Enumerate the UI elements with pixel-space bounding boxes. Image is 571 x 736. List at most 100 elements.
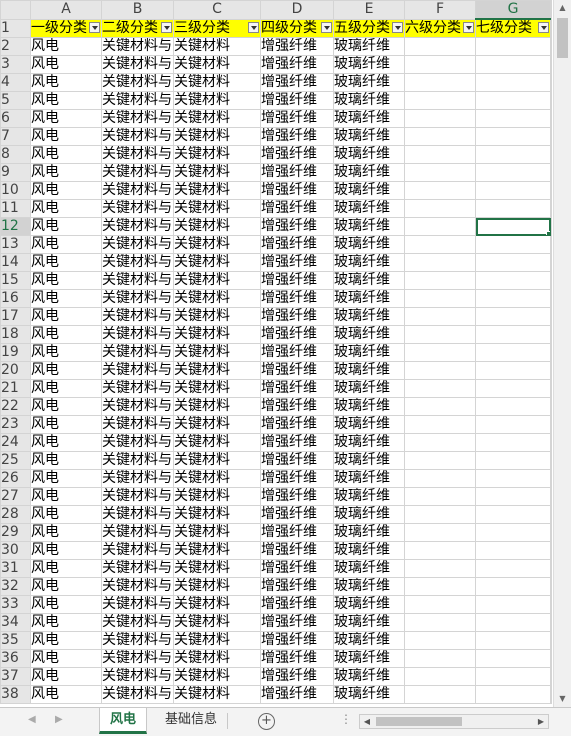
cell[interactable] <box>550 289 552 308</box>
cell[interactable]: 关键材料 <box>173 631 261 650</box>
cell[interactable]: 风电 <box>30 433 102 452</box>
cell[interactable] <box>550 667 552 686</box>
cell[interactable] <box>475 505 551 524</box>
cell[interactable]: 风电 <box>30 541 102 560</box>
header-cell[interactable]: 一级分类 <box>30 18 102 38</box>
cell[interactable]: 增强纤维 <box>260 361 334 380</box>
column-header-d[interactable]: D <box>260 0 334 20</box>
filter-dropdown-icon[interactable] <box>392 21 403 33</box>
cell[interactable]: 关键材料与 <box>101 379 174 398</box>
row-number[interactable]: 10 <box>0 181 31 200</box>
cell[interactable]: 关键材料与 <box>101 361 174 380</box>
cell[interactable] <box>550 379 552 398</box>
row-number[interactable]: 24 <box>0 433 31 452</box>
cell[interactable] <box>475 163 551 182</box>
row-number[interactable]: 35 <box>0 631 31 650</box>
filter-dropdown-icon[interactable] <box>89 21 100 33</box>
cell[interactable]: 关键材料 <box>173 649 261 668</box>
cell[interactable]: 关键材料 <box>173 325 261 344</box>
cell[interactable] <box>550 541 552 560</box>
row-number[interactable]: 34 <box>0 613 31 632</box>
next-sheet-icon[interactable]: ▶ <box>55 714 63 725</box>
column-header-f[interactable]: F <box>404 0 476 20</box>
cell[interactable] <box>475 289 551 308</box>
cell[interactable] <box>404 91 476 110</box>
scroll-up-icon[interactable]: ▲ <box>554 0 571 16</box>
row-number[interactable]: 16 <box>0 289 31 308</box>
cell[interactable] <box>404 325 476 344</box>
row-number[interactable]: 19 <box>0 343 31 362</box>
cell[interactable] <box>550 361 552 380</box>
cell[interactable] <box>404 577 476 596</box>
prev-sheet-icon[interactable]: ◀ <box>28 714 36 725</box>
cell[interactable]: 增强纤维 <box>260 109 334 128</box>
cell[interactable] <box>550 613 552 632</box>
cell[interactable]: 玻璃纤维 <box>333 361 405 380</box>
cell[interactable] <box>404 145 476 164</box>
cell[interactable]: 增强纤维 <box>260 217 334 236</box>
row-number[interactable]: 11 <box>0 199 31 218</box>
cell[interactable]: 玻璃纤维 <box>333 127 405 146</box>
cell[interactable] <box>404 127 476 146</box>
cell[interactable] <box>475 361 551 380</box>
cell[interactable]: 玻璃纤维 <box>333 685 405 704</box>
cell[interactable]: 玻璃纤维 <box>333 145 405 164</box>
cell[interactable]: 关键材料与 <box>101 181 174 200</box>
cell[interactable] <box>475 469 551 488</box>
cell[interactable]: 关键材料 <box>173 397 261 416</box>
cell[interactable]: 风电 <box>30 73 102 92</box>
cell[interactable]: 风电 <box>30 649 102 668</box>
cell[interactable] <box>475 451 551 470</box>
cell[interactable]: 增强纤维 <box>260 37 334 56</box>
cell[interactable]: 增强纤维 <box>260 451 334 470</box>
cell[interactable] <box>550 649 552 668</box>
cell[interactable]: 玻璃纤维 <box>333 55 405 74</box>
cell[interactable]: 风电 <box>30 379 102 398</box>
cell[interactable] <box>475 559 551 578</box>
cell[interactable]: 关键材料与 <box>101 577 174 596</box>
cell[interactable] <box>404 451 476 470</box>
cell[interactable] <box>475 325 551 344</box>
cell[interactable]: 风电 <box>30 271 102 290</box>
column-header-e[interactable]: E <box>333 0 405 20</box>
cell[interactable]: 风电 <box>30 595 102 614</box>
cell[interactable]: 关键材料 <box>173 541 261 560</box>
tab-sheet-active[interactable]: 风电 <box>99 708 148 734</box>
cell[interactable]: 增强纤维 <box>260 307 334 326</box>
row-number[interactable]: 29 <box>0 523 31 542</box>
row-number[interactable]: 20 <box>0 361 31 380</box>
cell[interactable]: 关键材料 <box>173 505 261 524</box>
cell[interactable] <box>475 235 551 254</box>
column-header-c[interactable]: C <box>173 0 261 20</box>
active-cell[interactable] <box>475 217 551 236</box>
scroll-left-icon[interactable]: ◀ <box>360 715 374 728</box>
cell[interactable]: 风电 <box>30 631 102 650</box>
cell[interactable] <box>404 649 476 668</box>
cell[interactable] <box>475 667 551 686</box>
cell[interactable] <box>475 631 551 650</box>
cell[interactable]: 关键材料 <box>173 289 261 308</box>
cell[interactable]: 增强纤维 <box>260 199 334 218</box>
cell[interactable]: 玻璃纤维 <box>333 649 405 668</box>
cell[interactable] <box>475 253 551 272</box>
cell[interactable] <box>475 433 551 452</box>
cell[interactable]: 风电 <box>30 487 102 506</box>
filter-dropdown-icon[interactable] <box>248 21 259 33</box>
cell[interactable]: 玻璃纤维 <box>333 469 405 488</box>
row-number[interactable]: 36 <box>0 649 31 668</box>
cell[interactable]: 增强纤维 <box>260 397 334 416</box>
row-number[interactable]: 9 <box>0 163 31 182</box>
cell[interactable] <box>404 235 476 254</box>
cell[interactable]: 增强纤维 <box>260 469 334 488</box>
scroll-down-icon[interactable]: ▼ <box>554 691 571 707</box>
cell[interactable] <box>404 163 476 182</box>
row-number[interactable]: 7 <box>0 127 31 146</box>
cell[interactable]: 风电 <box>30 343 102 362</box>
cell[interactable]: 风电 <box>30 577 102 596</box>
cell[interactable] <box>404 415 476 434</box>
cell[interactable]: 风电 <box>30 685 102 704</box>
cell[interactable] <box>475 523 551 542</box>
cell[interactable]: 增强纤维 <box>260 415 334 434</box>
row-number[interactable]: 23 <box>0 415 31 434</box>
cell[interactable]: 关键材料 <box>173 343 261 362</box>
